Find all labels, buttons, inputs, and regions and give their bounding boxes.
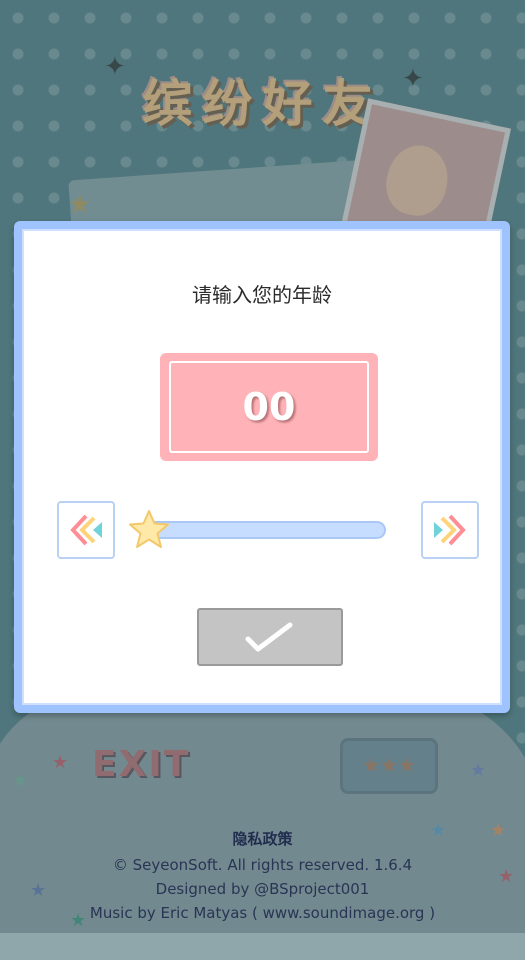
star-icon: ★ — [470, 760, 487, 781]
star-icon[interactable] — [128, 509, 170, 551]
age-value: 00 — [242, 385, 296, 429]
age-slider-track[interactable] — [142, 521, 386, 539]
decrease-age-button[interactable] — [57, 501, 115, 559]
confirm-button[interactable] — [197, 608, 343, 666]
double-chevron-right-icon — [434, 514, 466, 546]
star-icon: ★ — [68, 190, 92, 220]
music-credit: Music by Eric Matyas ( www.soundimage.or… — [89, 904, 436, 922]
copyright-text: © SeyeonSoft. All rights reserved. 1.6.4 — [112, 856, 413, 874]
age-display: 00 — [160, 353, 378, 461]
designer-credit: Designed by @BSproject001 — [155, 880, 370, 898]
double-chevron-left-icon — [70, 514, 102, 546]
age-input-dialog: 请输入您的年龄 00 — [14, 221, 510, 713]
exit-button[interactable]: EXIT — [92, 744, 190, 785]
increase-age-button[interactable] — [421, 501, 479, 559]
privacy-policy-link[interactable]: 隐私政策 — [0, 828, 525, 849]
dialog-title: 请输入您的年龄 — [192, 283, 332, 307]
star-icon: ★ — [12, 770, 29, 791]
star-icon: ★ — [52, 752, 69, 773]
stars-button[interactable]: ★★★ — [340, 738, 438, 794]
checkmark-icon — [245, 622, 293, 652]
